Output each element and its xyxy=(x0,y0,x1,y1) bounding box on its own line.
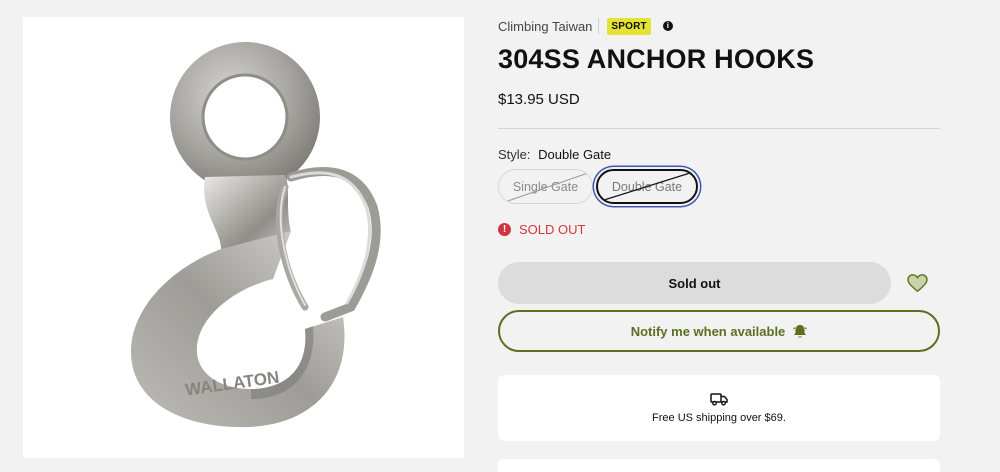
variant-option-single-gate[interactable]: Single Gate xyxy=(498,169,593,204)
wishlist-button[interactable] xyxy=(906,272,928,294)
unavailable-strike xyxy=(603,172,691,201)
product-page: WALLATON Climbing Taiwan SPORT i 304SS A… xyxy=(0,0,1000,472)
vendor-row: Climbing Taiwan SPORT i xyxy=(498,17,673,35)
shipping-text: Free US shipping over $69. xyxy=(652,412,786,424)
variant-label: Style: Double Gate xyxy=(498,147,611,162)
vendor-link[interactable]: Climbing Taiwan xyxy=(498,19,592,34)
stock-status: ! SOLD OUT xyxy=(498,222,585,237)
variant-label-key: Style: xyxy=(498,147,531,162)
variant-option-double-gate[interactable]: Double Gate xyxy=(596,169,698,204)
notify-me-button[interactable]: Notify me when available xyxy=(498,310,940,352)
bell-icon xyxy=(793,324,808,339)
divider xyxy=(498,128,940,129)
product-title: 304SS ANCHOR HOOKS xyxy=(498,44,815,74)
truck-icon xyxy=(710,392,728,406)
alert-icon: ! xyxy=(498,223,511,236)
sold-out-button[interactable]: Sold out xyxy=(498,262,891,304)
variant-selected-value: Double Gate xyxy=(538,147,612,162)
unavailable-strike xyxy=(504,172,589,203)
heart-icon xyxy=(906,273,928,292)
product-price: $13.95 USD xyxy=(498,91,580,108)
category-badge: SPORT xyxy=(607,17,651,35)
notify-me-label: Notify me when available xyxy=(630,323,786,339)
anchor-hook-image: WALLATON xyxy=(131,42,381,428)
vendor-divider xyxy=(598,18,600,34)
info-card xyxy=(498,459,940,472)
shipping-info-card: Free US shipping over $69. xyxy=(498,375,940,441)
stock-status-text: SOLD OUT xyxy=(519,222,586,237)
product-image[interactable]: WALLATON xyxy=(23,17,464,458)
info-icon[interactable]: i xyxy=(662,21,673,31)
